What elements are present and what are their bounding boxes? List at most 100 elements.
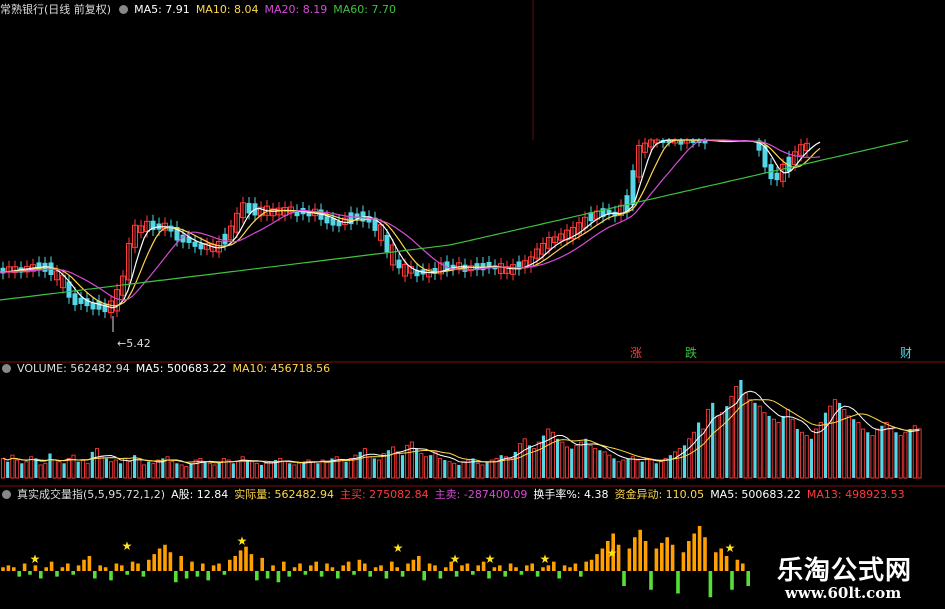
volume-bar (302, 461, 306, 478)
star-marker: ★ (237, 534, 248, 548)
volume-bar (443, 460, 447, 478)
buy-bar (314, 561, 318, 571)
buy-bar (157, 548, 162, 571)
buy-bar (508, 563, 513, 571)
sell-bar (622, 571, 626, 586)
candle-body (774, 172, 780, 181)
sell-bar (303, 571, 308, 575)
sell-bar (125, 571, 129, 575)
buy-bar (87, 556, 92, 571)
sell-bar (184, 571, 189, 579)
buy-bar (190, 561, 194, 571)
buy-bar (546, 565, 551, 571)
buy-bar (44, 567, 48, 571)
sell-bar (384, 571, 389, 579)
buy-bar (638, 529, 642, 571)
volume-bar (20, 463, 24, 478)
sell-bar (368, 571, 372, 577)
buy-bar (530, 563, 534, 571)
sell-bar (28, 571, 32, 575)
buy-bar (1, 567, 5, 571)
sell-bar (276, 571, 281, 583)
buy-bar (98, 565, 102, 571)
buy-bar (325, 563, 329, 571)
buy-bar (665, 537, 669, 571)
volume-bar (90, 451, 94, 478)
sell-bar (336, 571, 340, 579)
watermark-url: www.60lt.com (785, 584, 902, 602)
main-header: 常熟银行(日线 前复权) MA5: 7.91 MA10: 8.04 MA20: 8.1… (0, 2, 402, 18)
buy-bar (163, 544, 167, 571)
volume-bar (372, 458, 376, 478)
ma5-label: MA5: 7.91 (134, 3, 190, 16)
buy-bar (309, 565, 313, 571)
sell-bar (676, 571, 680, 594)
candle-body (198, 243, 204, 250)
buy-bar (271, 565, 275, 571)
buy-bar (492, 567, 497, 571)
up-marker: 涨 (630, 345, 642, 360)
buy-bar (627, 548, 632, 571)
volume-bar (316, 463, 320, 478)
buy-bar (568, 567, 572, 571)
volume-bar (852, 419, 856, 478)
volume-bar (626, 458, 630, 478)
main-buy-label: 主买: 275082.84 (339, 488, 429, 501)
settings-circle-icon[interactable] (2, 490, 11, 499)
volume-bar (640, 461, 644, 478)
buy-bar (643, 541, 648, 571)
sell-bar (649, 571, 653, 590)
buy-bar (114, 563, 119, 571)
sell-bar (109, 571, 113, 581)
buy-bar (228, 559, 232, 571)
volume-bar (189, 463, 193, 478)
volume-bar (288, 463, 292, 478)
buy-bar (433, 565, 437, 571)
volume-bar (62, 463, 66, 478)
buy-bar (33, 565, 38, 571)
buy-bar (573, 563, 578, 571)
buy-bar (525, 565, 529, 571)
buy-bar (460, 565, 464, 571)
volume-bar (612, 458, 616, 478)
volume-bar (880, 425, 884, 478)
sell-bar (39, 571, 43, 579)
volume-bar (48, 453, 52, 478)
settings-circle-icon[interactable] (119, 5, 129, 14)
buy-bar (584, 561, 588, 571)
buy-bar (60, 567, 65, 571)
buy-bar (282, 561, 286, 571)
sell-bar (422, 571, 426, 581)
volume-bar (697, 422, 701, 478)
buy-bar (595, 554, 599, 571)
sell-bar (730, 571, 734, 590)
star-marker: ★ (122, 539, 133, 553)
buy-bar (390, 561, 394, 571)
sell-bar (708, 571, 713, 598)
volume-bar (104, 458, 108, 478)
volume-bar (838, 402, 842, 478)
volume-ma5-label: MA5: 500683.22 (135, 362, 227, 375)
volume-bar (894, 432, 898, 478)
buy-bar (179, 556, 183, 571)
buy-bar (411, 559, 416, 571)
candle-body (246, 202, 252, 214)
buy-bar (292, 567, 297, 571)
buy-bar (724, 556, 729, 571)
volume-bar (908, 429, 912, 478)
buy-bar (66, 563, 70, 571)
buy-bar (120, 565, 124, 571)
buy-bar (498, 565, 502, 571)
volume-bar (217, 461, 221, 478)
volume-bar (344, 461, 348, 478)
buy-bar (152, 554, 156, 571)
buy-bar (714, 552, 718, 571)
ma20-label: MA20: 8.19 (264, 3, 328, 16)
settings-circle-icon[interactable] (2, 364, 11, 373)
buy-bar (346, 561, 351, 571)
sell-bar (503, 571, 507, 577)
candle-body (222, 233, 228, 245)
indicator-name: 真实成交量指(5,5,95,72,1,2) (17, 488, 166, 501)
turnover-label: 换手率%: 4.38 (533, 488, 609, 501)
star-marker: ★ (540, 552, 551, 566)
